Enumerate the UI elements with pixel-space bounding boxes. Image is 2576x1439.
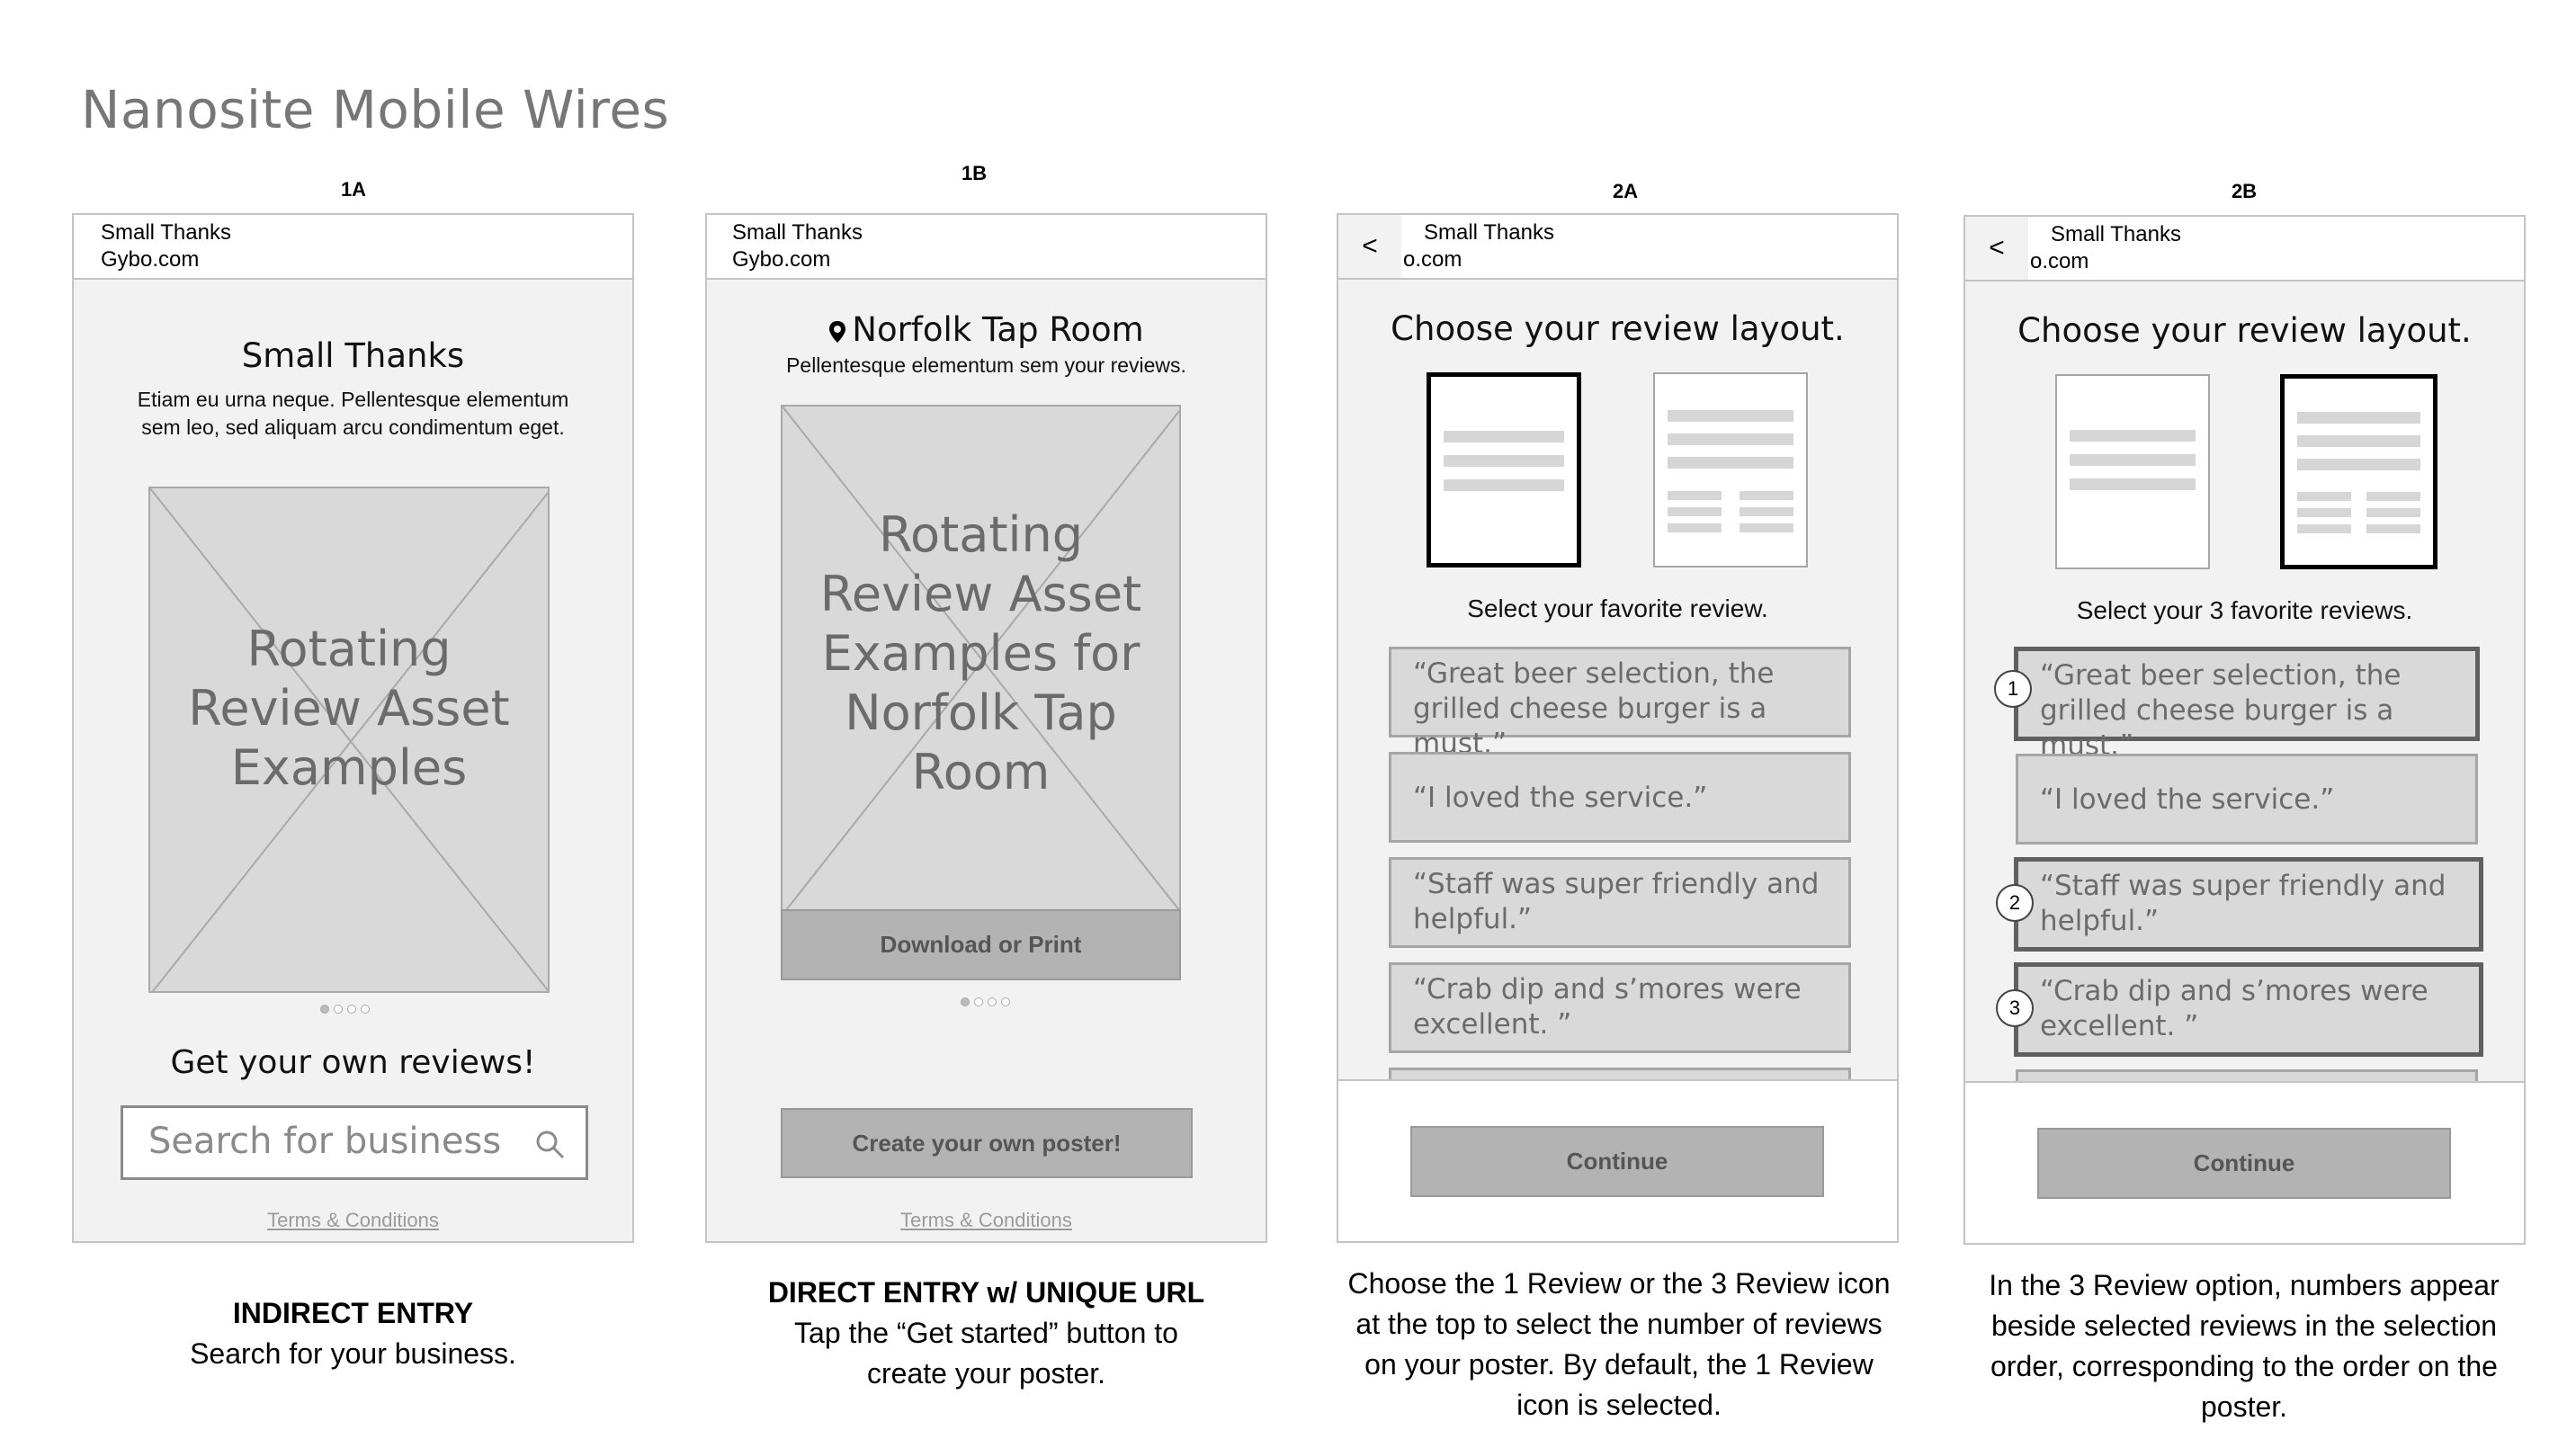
app-name: Small Thanks — [732, 220, 863, 245]
description-line: sem leo, sed aliquam arcu condimentum eg… — [141, 416, 565, 439]
location-name: Norfolk Tap Room — [852, 310, 1144, 349]
carousel-dots-icon[interactable] — [961, 997, 1010, 1006]
placeholder-line: Review Asset — [819, 566, 1142, 622]
review-option[interactable]: “Great beer selection, the grilled chees… — [1389, 647, 1851, 760]
three-review-layout-icon[interactable] — [1653, 372, 1808, 568]
app-name: Small Thanks — [2051, 222, 2181, 246]
frame-label-1b: 1B — [961, 162, 988, 184]
placeholder-line: Rotating — [246, 621, 452, 677]
layout-heading: Choose your review layout. — [1391, 309, 1845, 348]
placeholder-text: Rotating Review Asset Examples — [150, 620, 548, 798]
review-option-selected[interactable]: “Staff was super friendly and helpful.” — [2014, 857, 2483, 952]
top-bar: < Small Thanks o.com — [1965, 217, 2524, 282]
phone-frame-2a: < Small Thanks o.com Choose your review … — [1337, 213, 1899, 1243]
back-button[interactable]: < — [1965, 217, 2028, 280]
app-name: Small Thanks — [101, 220, 231, 245]
caption-line: create your poster. — [866, 1357, 1106, 1390]
description-line: Etiam eu urna neque. Pellentesque elemen… — [137, 388, 569, 411]
placeholder-line: Rotating — [878, 506, 1084, 563]
caption-line: icon is selected. — [1516, 1389, 1722, 1421]
page-title: Nanosite Mobile Wires — [81, 79, 670, 140]
business-description: Etiam eu urna neque. Pellentesque elemen… — [74, 386, 632, 442]
phone-frame-1b: Small Thanks Gybo.com Norfolk Tap Room P… — [705, 213, 1267, 1243]
selection-order-badge: 3 — [1996, 989, 2034, 1027]
review-option[interactable]: “I loved the service.” — [2016, 754, 2478, 845]
caption-title: INDIRECT ENTRY — [232, 1297, 474, 1329]
caption-line: Choose the 1 Review or the 3 Review icon — [1347, 1267, 1891, 1300]
caption-1b: DIRECT ENTRY w/ UNIQUE URL Tap the “Get … — [705, 1273, 1267, 1394]
frame-label-2b: 2B — [2231, 180, 2258, 202]
placeholder-line: Room — [911, 744, 1051, 800]
selection-order-badge: 1 — [1994, 670, 2032, 708]
review-asset-placeholder[interactable]: Rotating Review Asset Examples — [148, 487, 550, 993]
top-bar: Small Thanks Gybo.com — [707, 215, 1266, 280]
bottom-action-area: Continue — [1338, 1079, 1897, 1241]
location-subheading: Pellentesque elementum sem your reviews. — [786, 353, 1186, 377]
bottom-action-area: Continue — [1965, 1081, 2524, 1243]
phone-frame-2b: < Small Thanks o.com Choose your review … — [1963, 215, 2526, 1245]
review-option[interactable]: “I loved the service.” — [1389, 752, 1851, 843]
placeholder-line: Examples for — [821, 625, 1140, 682]
location-heading: Norfolk Tap Room — [707, 310, 1266, 349]
caption-body: Search for your business. — [190, 1337, 516, 1370]
caption-title: DIRECT ENTRY w/ UNIQUE URL — [767, 1276, 1205, 1309]
one-review-layout-icon[interactable] — [1427, 372, 1581, 568]
terms-link[interactable]: Terms & Conditions — [707, 1209, 1266, 1232]
three-review-layout-icon[interactable] — [2280, 374, 2437, 569]
select-prompt: Select your 3 favorite reviews. — [2076, 596, 2413, 624]
caption-line: at the top to select the number of revie… — [1355, 1308, 1883, 1340]
phone-frame-1a: Small Thanks Gybo.com Small Thanks Etiam… — [72, 213, 634, 1243]
top-bar: < Small Thanks o.com — [1338, 215, 1897, 280]
create-poster-button[interactable]: Create your own poster! — [781, 1108, 1193, 1178]
search-input[interactable]: Search for business — [121, 1105, 588, 1180]
terms-link[interactable]: Terms & Conditions — [74, 1209, 632, 1232]
frame-label-1a: 1A — [340, 178, 367, 201]
review-option[interactable]: “Crab dip and s’mores were excellent. ” — [1389, 962, 1851, 1053]
caption-line: poster. — [2200, 1390, 2288, 1423]
continue-button[interactable]: Continue — [2037, 1128, 2451, 1199]
caption-line: In the 3 Review option, numbers appear — [1989, 1269, 2500, 1301]
caption-2b: In the 3 Review option, numbers appear b… — [1947, 1265, 2541, 1427]
frame-label-2a: 2A — [1612, 180, 1639, 202]
review-option[interactable]: “Staff was super friendly and helpful.” — [1389, 857, 1851, 948]
site-domain: Gybo.com — [732, 247, 831, 272]
caption-line: Tap the “Get started” button to — [794, 1317, 1178, 1349]
download-print-button[interactable]: Download or Print — [781, 909, 1181, 980]
business-heading: Small Thanks — [241, 336, 465, 375]
cta-heading: Get your own reviews! — [170, 1044, 536, 1081]
review-option-selected[interactable]: “Great beer selection, the grilled chees… — [2014, 647, 2480, 762]
back-button[interactable]: < — [1338, 215, 1401, 278]
review-option-selected[interactable]: “Crab dip and s’mores were excellent. ” — [2014, 962, 2483, 1057]
search-placeholder: Search for business — [148, 1121, 502, 1162]
placeholder-line: Review Asset — [188, 680, 510, 737]
search-icon[interactable] — [535, 1130, 566, 1160]
caption-line: order, corresponding to the order on the — [1990, 1350, 2498, 1382]
continue-button[interactable]: Continue — [1410, 1126, 1824, 1197]
caption-1a: INDIRECT ENTRY Search for your business. — [72, 1293, 634, 1374]
review-asset-placeholder[interactable]: Rotating Review Asset Examples for Norfo… — [781, 405, 1181, 913]
layout-heading: Choose your review layout. — [2017, 311, 2472, 350]
map-pin-icon — [829, 320, 846, 343]
placeholder-line: Examples — [230, 739, 468, 796]
site-domain: Gybo.com — [101, 247, 200, 272]
caption-line: beside selected reviews in the selection — [1990, 1309, 2498, 1342]
carousel-dots-icon[interactable] — [320, 1005, 370, 1014]
placeholder-line: Norfolk Tap — [845, 684, 1117, 741]
site-domain: o.com — [1403, 247, 1462, 272]
top-bar: Small Thanks Gybo.com — [74, 215, 632, 280]
caption-2a: Choose the 1 Review or the 3 Review icon… — [1322, 1264, 1916, 1426]
one-review-layout-icon[interactable] — [2055, 374, 2210, 569]
placeholder-text: Rotating Review Asset Examples for Norfo… — [783, 505, 1179, 802]
site-domain: o.com — [2030, 249, 2089, 273]
app-name: Small Thanks — [1424, 220, 1554, 245]
selection-order-badge: 2 — [1996, 884, 2034, 922]
select-prompt: Select your favorite review. — [1467, 594, 1768, 622]
caption-line: on your poster. By default, the 1 Review — [1364, 1348, 1874, 1381]
